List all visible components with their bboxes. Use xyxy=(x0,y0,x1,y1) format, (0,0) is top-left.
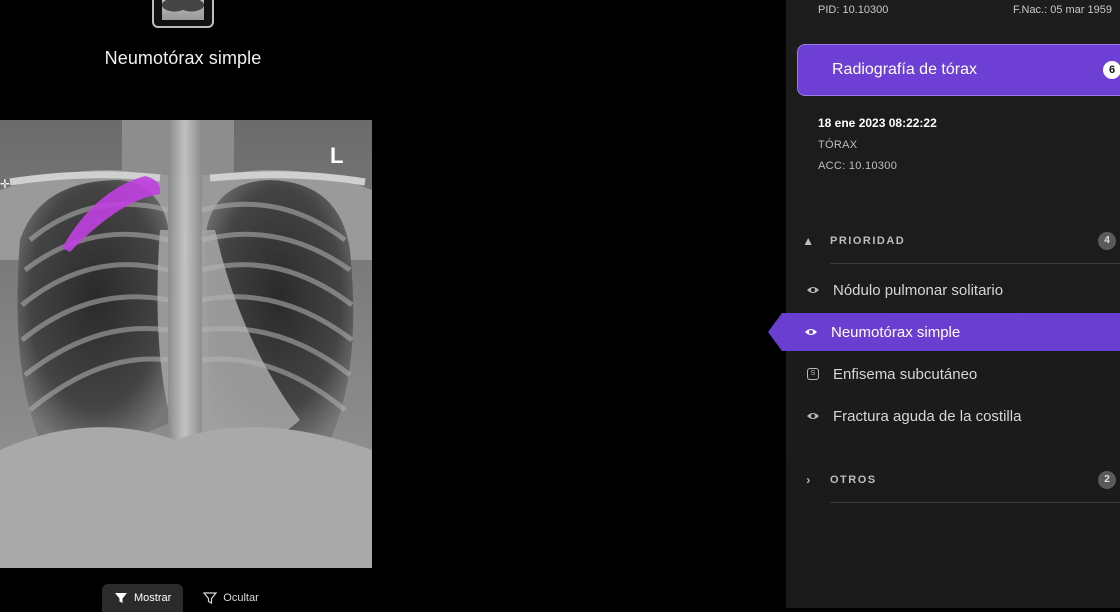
priority-group-header[interactable]: ▲ PRIORIDAD 4 xyxy=(802,231,1120,251)
filter-off-icon xyxy=(203,592,218,604)
box-icon: S xyxy=(807,368,819,380)
xray-drawing xyxy=(0,120,372,568)
finding-label: Neumotórax simple xyxy=(831,323,961,341)
image-viewer: Neumotórax simple L ✛ Mostrar Ocultar xyxy=(0,0,786,612)
study-name: Radiografía de tórax xyxy=(832,61,977,78)
others-count-badge: 2 xyxy=(1098,471,1116,489)
finding-label: Enfisema subcutáneo xyxy=(833,365,978,383)
series-thumbnail[interactable] xyxy=(152,0,214,28)
priority-group-label: PRIORIDAD xyxy=(830,235,906,247)
study-card[interactable]: Radiografía de tórax 6 xyxy=(797,44,1120,96)
chevron-right-icon: › xyxy=(806,473,812,487)
study-details: 18 ene 2023 08:22:22 TÓRAX ACC: 10.10300 xyxy=(818,116,937,181)
study-accession: ACC: 10.10300 xyxy=(818,160,898,172)
others-group-header[interactable]: › OTROS 2 xyxy=(802,470,1120,490)
study-count-badge: 6 xyxy=(1103,61,1120,79)
eye-icon xyxy=(802,325,820,339)
chest-xray-image[interactable] xyxy=(0,120,372,568)
finding-label: Nódulo pulmonar solitario xyxy=(833,281,1004,299)
patient-dob: F.Nac.: 05 mar 1959 xyxy=(1012,4,1112,16)
divider xyxy=(830,502,1120,503)
laterality-marker: L xyxy=(330,143,344,168)
finding-item-nodulo[interactable]: Nódulo pulmonar solitario xyxy=(804,275,1120,305)
warning-icon: ▲ xyxy=(802,234,816,248)
patient-id: PID: 10.10300 xyxy=(818,4,889,16)
hide-overlay-label: Ocultar xyxy=(223,592,259,604)
thumbnail-image xyxy=(162,0,204,20)
eye-icon xyxy=(804,283,822,297)
findings-panel: PID: 10.10300 F.Nac.: 05 mar 1959 Radiog… xyxy=(768,0,1120,608)
study-date: 18 ene 2023 08:22:22 xyxy=(818,116,937,130)
priority-count-badge: 4 xyxy=(1098,232,1116,250)
show-overlay-label: Mostrar xyxy=(134,592,172,604)
finding-label: Fractura aguda de la costilla xyxy=(833,407,1022,425)
eye-icon xyxy=(804,409,822,423)
filter-icon xyxy=(115,593,127,603)
divider xyxy=(830,263,1120,264)
drag-handle-icon[interactable]: ✛ xyxy=(0,178,10,190)
finding-item-fractura[interactable]: Fractura aguda de la costilla xyxy=(804,401,1120,431)
others-group-label: OTROS xyxy=(830,474,877,486)
box-icon-wrapper: S xyxy=(804,367,822,381)
patient-info: PID: 10.10300 F.Nac.: 05 mar 1959 xyxy=(818,4,1112,16)
finding-item-enfisema[interactable]: S Enfisema subcutáneo xyxy=(804,359,1120,389)
finding-title: Neumotórax simple xyxy=(104,48,262,68)
study-body-part: TÓRAX xyxy=(818,139,858,151)
finding-item-neumotorax[interactable]: Neumotórax simple xyxy=(768,313,1120,351)
